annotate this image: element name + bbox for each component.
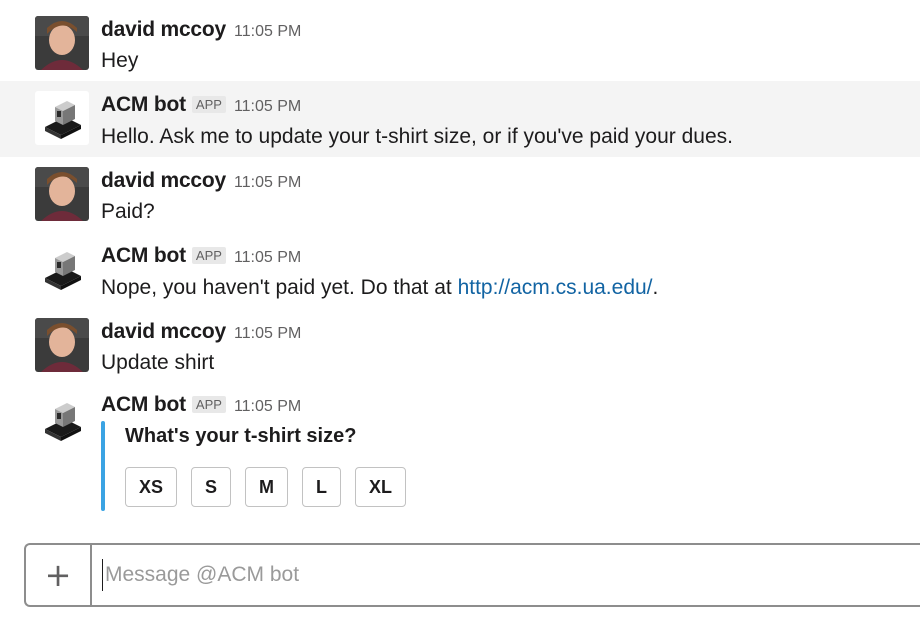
message-text: Hello. Ask me to update your t-shirt siz… <box>101 125 733 148</box>
timestamp[interactable]: 11:05 PM <box>234 325 301 343</box>
size-button-xs[interactable]: XS <box>125 467 178 507</box>
message-text-after: . <box>652 276 659 299</box>
avatar-acm-bot[interactable] <box>35 393 89 447</box>
message: david mccoy 11:05 PM Update shirt <box>0 308 920 383</box>
sender-name[interactable]: david mccoy <box>101 169 226 193</box>
attachment-title: What's your t-shirt size? <box>125 425 357 447</box>
message-text: Nope, you haven't paid yet. Do that at h… <box>101 276 658 300</box>
message: david mccoy 11:05 PM Hey <box>0 0 920 80</box>
plus-icon: + <box>44 556 72 594</box>
avatar-david[interactable] <box>35 16 89 70</box>
attachment-accent-bar <box>101 421 105 511</box>
message-text: Update shirt <box>101 351 215 374</box>
timestamp[interactable]: 11:05 PM <box>234 398 301 416</box>
avatar-acm-bot[interactable] <box>35 242 89 296</box>
message: ACM bot APP 11:05 PM Nope, you haven't p… <box>0 232 920 308</box>
sender-name[interactable]: ACM bot <box>101 393 186 417</box>
message-text-before: Nope, you haven't paid yet. Do that at <box>101 276 458 299</box>
app-badge: APP <box>191 396 226 413</box>
app-badge: APP <box>191 96 226 113</box>
sender-name[interactable]: david mccoy <box>101 18 226 42</box>
size-button-group: XS S M L XL <box>125 467 407 507</box>
avatar-david[interactable] <box>35 318 89 372</box>
message: david mccoy 11:05 PM Paid? <box>0 157 920 232</box>
timestamp[interactable]: 11:05 PM <box>234 249 301 267</box>
size-button-xl[interactable]: XL <box>355 467 407 507</box>
message-text: Hey <box>101 49 139 72</box>
chat-window: david mccoy 11:05 PM Hey ACM bot APP 11:… <box>0 0 920 621</box>
avatar-david[interactable] <box>35 167 89 221</box>
sender-name[interactable]: david mccoy <box>101 320 226 344</box>
tshirt-size-attachment: What's your t-shirt size? XS S M L XL <box>101 421 601 511</box>
dues-link[interactable]: http://acm.cs.ua.edu/ <box>458 276 653 299</box>
size-button-s[interactable]: S <box>191 467 232 507</box>
timestamp[interactable]: 11:05 PM <box>234 174 301 192</box>
add-attachment-button[interactable]: + <box>26 545 92 605</box>
size-button-m[interactable]: M <box>245 467 289 507</box>
message-input[interactable] <box>102 559 885 591</box>
message-text: Paid? <box>101 200 155 223</box>
message-composer: + <box>24 543 920 607</box>
size-button-l[interactable]: L <box>302 467 342 507</box>
timestamp[interactable]: 11:05 PM <box>234 23 301 41</box>
timestamp[interactable]: 11:05 PM <box>234 98 301 116</box>
message: ACM bot APP 11:05 PM Hello. Ask me to up… <box>0 81 920 157</box>
sender-name[interactable]: ACM bot <box>101 93 186 117</box>
sender-name[interactable]: ACM bot <box>101 244 186 268</box>
avatar-acm-bot[interactable] <box>35 91 89 145</box>
app-badge: APP <box>191 247 226 264</box>
